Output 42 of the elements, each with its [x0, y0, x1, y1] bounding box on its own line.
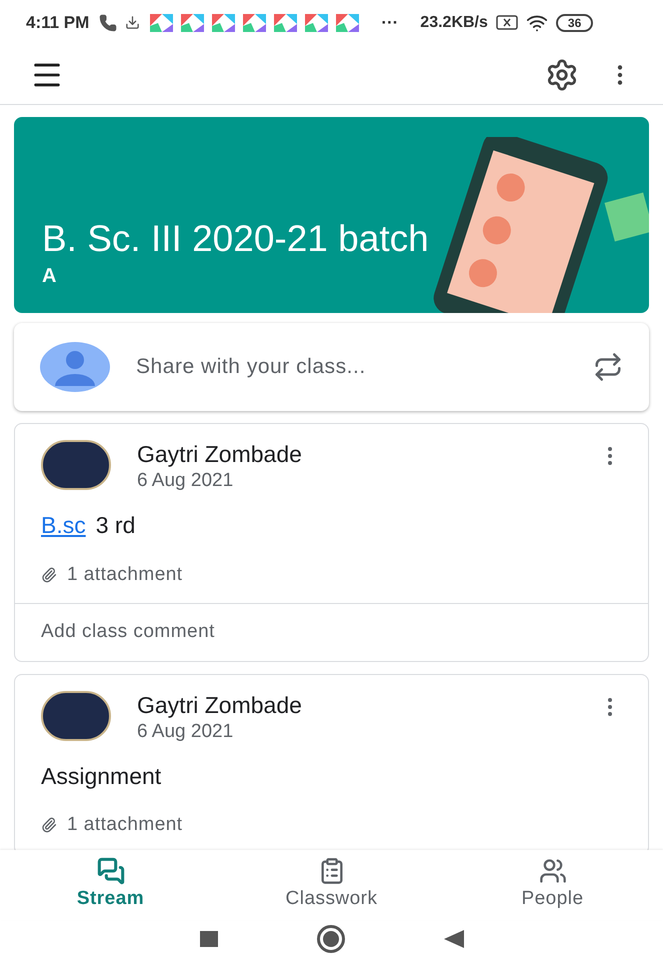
nav-tab[interactable]: People: [442, 850, 663, 920]
settings-icon[interactable]: [545, 58, 579, 92]
paperclip-icon: [41, 817, 57, 834]
author-name: Gaytri Zombade: [137, 440, 303, 468]
app-notification-icon: [150, 14, 174, 32]
app-notification-icon: [181, 14, 204, 32]
chat-bubbles-icon: [96, 856, 124, 885]
class-section: A: [42, 261, 621, 291]
post-text: Assignment: [41, 762, 162, 791]
paperclip-icon: [41, 566, 57, 583]
post-date: 6 Aug 2021: [137, 469, 234, 493]
app-notification-icon: [212, 14, 236, 32]
avatar-icon: [40, 342, 110, 392]
attachment-count[interactable]: 1 attachment: [67, 811, 183, 840]
author-name: Gaytri Zombade: [137, 690, 303, 718]
status-time: 4:11 PM: [26, 12, 90, 34]
post-date: 6 Aug 2021: [137, 720, 234, 744]
sim-icon: [496, 15, 518, 30]
app-notification-icon: [336, 14, 360, 32]
avatar: [41, 440, 111, 490]
phone-icon: [99, 14, 118, 32]
attachment-count[interactable]: 1 attachment: [67, 560, 183, 589]
battery-level: 36: [556, 14, 594, 32]
nav-tab[interactable]: Classwork: [221, 850, 442, 920]
avatar: [41, 690, 111, 740]
network-speed: 23.2KB/s: [420, 12, 488, 32]
repost-icon[interactable]: [593, 352, 623, 382]
back-button[interactable]: [444, 930, 464, 948]
add-comment-link[interactable]: Add class comment: [41, 621, 215, 642]
class-title: B. Sc. III 2020-21 batch: [42, 217, 430, 261]
home-button[interactable]: [316, 925, 344, 953]
download-icon: [125, 15, 140, 30]
share-field[interactable]: Share with your class...: [136, 351, 593, 383]
post-text: 3 rd: [96, 511, 136, 540]
nav-tab[interactable]: Stream: [0, 850, 221, 920]
recent-apps-button[interactable]: [200, 931, 218, 947]
more-notifications: ···: [381, 12, 398, 34]
app-notification-icon: [243, 14, 266, 32]
app-notification-icon: [305, 14, 328, 32]
app-notification-icon: [274, 14, 298, 32]
post-link[interactable]: B.sc: [41, 508, 86, 542]
people-icon: [538, 856, 566, 885]
